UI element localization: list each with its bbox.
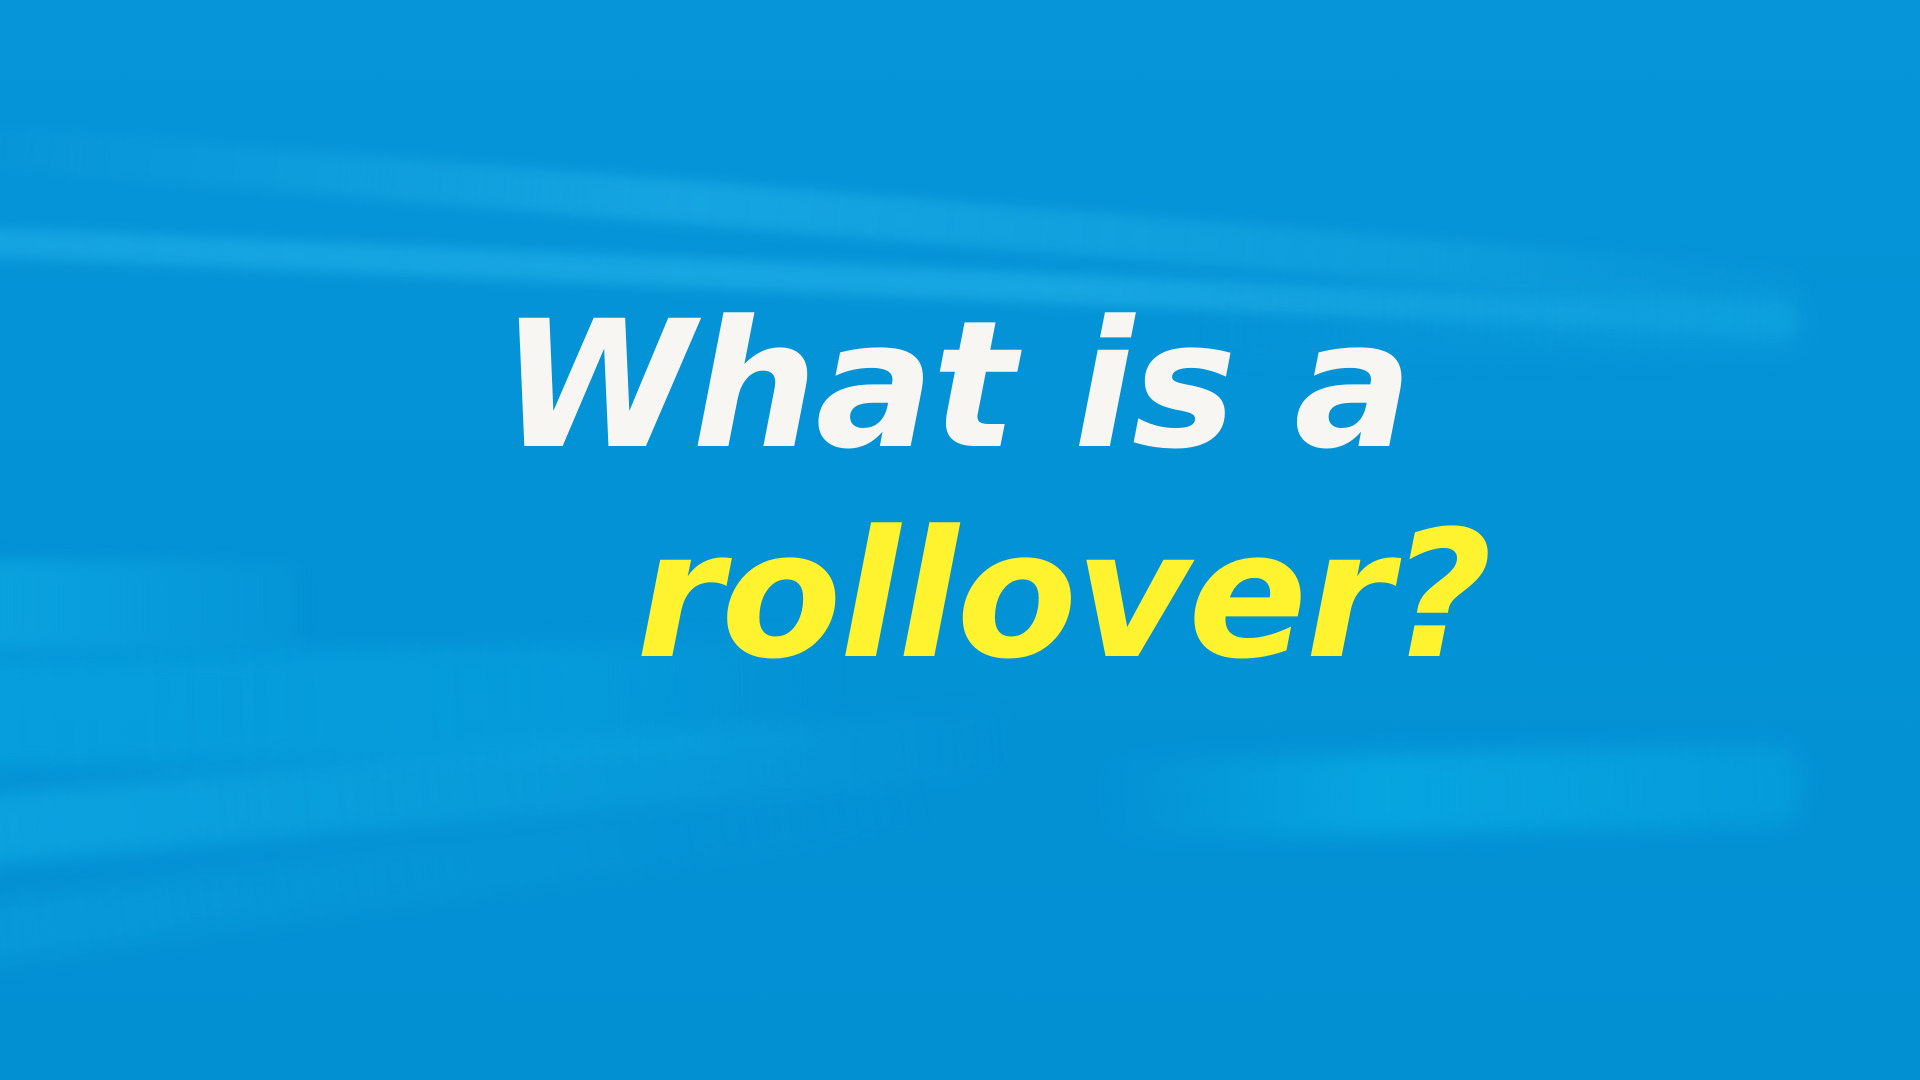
headline-line-1: What is a — [500, 283, 1413, 488]
light-streak — [0, 560, 300, 650]
light-streak — [1099, 745, 1801, 840]
headline-line-2: rollover? — [636, 493, 1492, 698]
